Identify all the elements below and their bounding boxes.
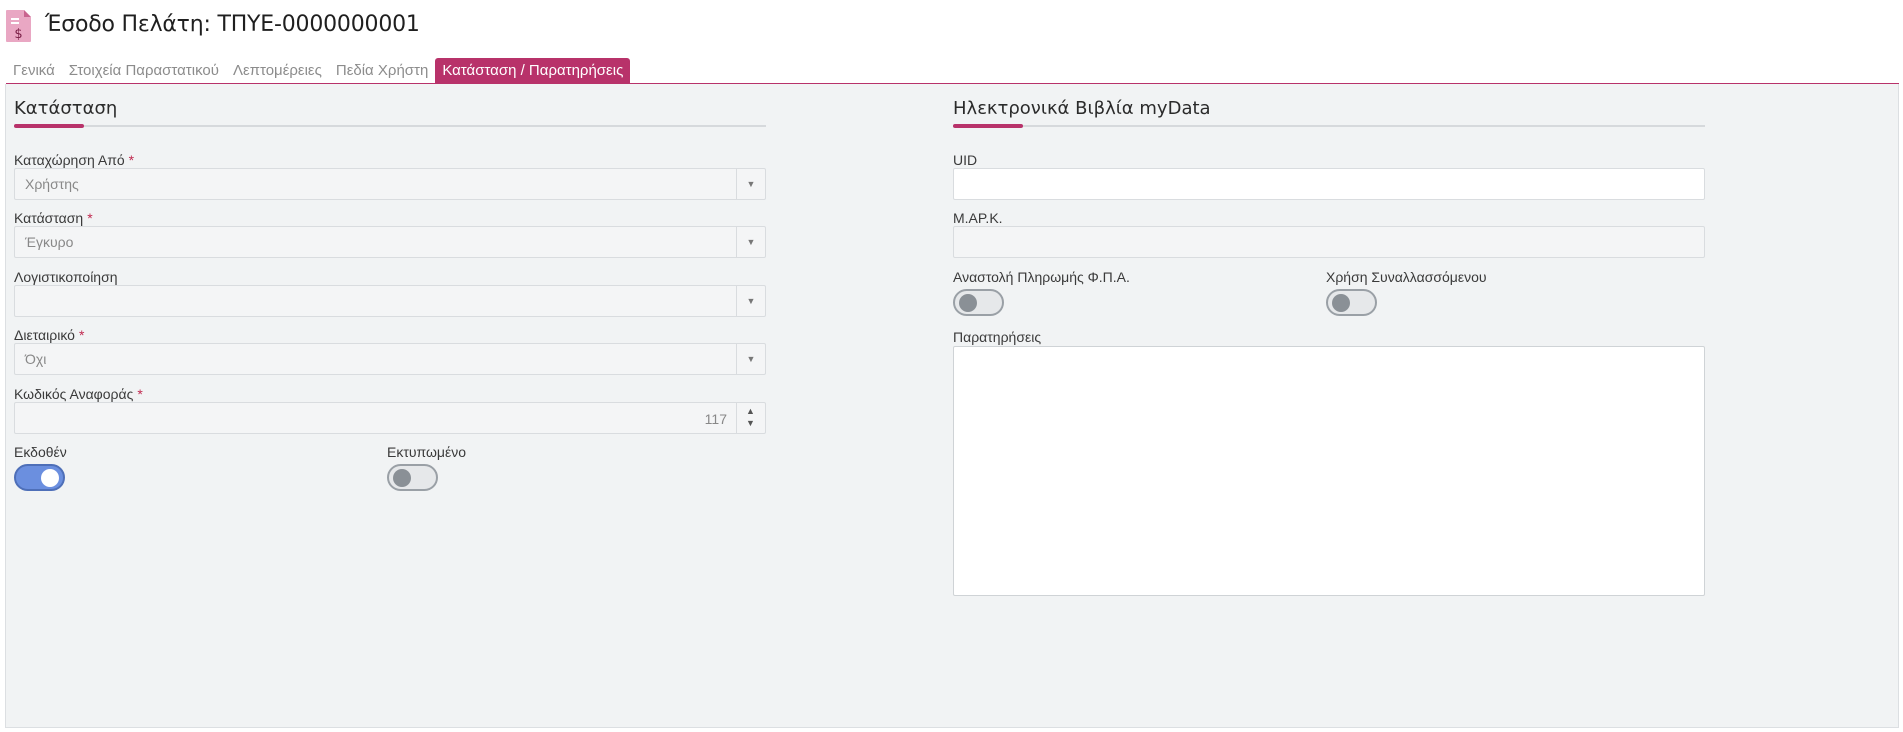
accounting-label: Λογιστικοποίηση	[14, 269, 118, 285]
status-select[interactable]: Έγκυρο ▼	[14, 226, 766, 258]
stepper-up-icon[interactable]: ▲	[746, 406, 755, 416]
status-section-title: Κατάσταση	[14, 98, 118, 119]
tab-details[interactable]: Λεπτομέρειες	[226, 58, 329, 84]
uid-input[interactable]	[953, 168, 1705, 200]
chevron-down-icon[interactable]: ▼	[736, 227, 765, 257]
status-section-divider	[14, 124, 766, 128]
tab-general[interactable]: Γενικά	[6, 58, 62, 84]
vat-suspension-label: Αναστολή Πληρωμής Φ.Π.Α.	[953, 269, 1130, 285]
registered-by-value: Χρήστης	[25, 176, 79, 192]
svg-text:$: $	[14, 27, 22, 42]
registered-by-label: Καταχώρηση Από *	[14, 152, 135, 168]
notes-label: Παρατηρήσεις	[953, 329, 1042, 345]
counterparty-use-toggle[interactable]	[1326, 289, 1377, 316]
chevron-down-icon[interactable]: ▼	[736, 169, 765, 199]
mark-input[interactable]	[953, 226, 1705, 258]
intercompany-select[interactable]: Όχι ▼	[14, 343, 766, 375]
number-stepper[interactable]: ▲ ▼	[736, 403, 765, 433]
intercompany-value: Όχι	[25, 351, 47, 367]
tab-content-panel: Κατάσταση Καταχώρηση Από * Χρήστης ▼ Κατά…	[5, 84, 1899, 728]
page-header: $ Έσοδο Πελάτη: ΤΠΥΕ-0000000001	[0, 0, 1903, 50]
page-title: Έσοδο Πελάτη: ΤΠΥΕ-0000000001	[45, 12, 420, 37]
issued-label: Εκδοθέν	[14, 444, 67, 460]
status-value: Έγκυρο	[25, 234, 74, 250]
tab-status-notes[interactable]: Κατάσταση / Παρατηρήσεις	[435, 58, 631, 84]
notes-textarea[interactable]	[953, 346, 1705, 596]
counterparty-use-label: Χρήση Συναλλασσόμενου	[1326, 269, 1487, 285]
accounting-select[interactable]: ▼	[14, 285, 766, 317]
intercompany-label: Διεταιρικό *	[14, 327, 85, 343]
mydata-section-divider	[953, 124, 1705, 128]
stepper-down-icon[interactable]: ▼	[746, 418, 755, 428]
chevron-down-icon[interactable]: ▼	[736, 286, 765, 316]
mydata-section-title: Ηλεκτρονικά Βιβλία myData	[953, 98, 1211, 119]
tab-user-fields[interactable]: Πεδία Χρήστη	[329, 58, 435, 84]
issued-toggle[interactable]	[14, 464, 65, 491]
registered-by-select[interactable]: Χρήστης ▼	[14, 168, 766, 200]
printed-toggle[interactable]	[387, 464, 438, 491]
reference-code-input[interactable]: 117 ▲ ▼	[14, 402, 766, 434]
uid-label: UID	[953, 152, 978, 168]
tab-document-details[interactable]: Στοιχεία Παραστατικού	[62, 58, 226, 84]
invoice-dollar-icon: $	[6, 10, 31, 42]
tab-bar: Γενικά Στοιχεία Παραστατικού Λεπτομέρειε…	[6, 57, 631, 84]
vat-suspension-toggle[interactable]	[953, 289, 1004, 316]
mark-label: Μ.ΑΡ.Κ.	[953, 210, 1003, 226]
status-label: Κατάσταση *	[14, 210, 93, 226]
reference-code-label: Κωδικός Αναφοράς *	[14, 386, 143, 402]
printed-label: Εκτυπωμένο	[387, 444, 467, 460]
reference-code-value: 117	[704, 411, 727, 427]
chevron-down-icon[interactable]: ▼	[736, 344, 765, 374]
